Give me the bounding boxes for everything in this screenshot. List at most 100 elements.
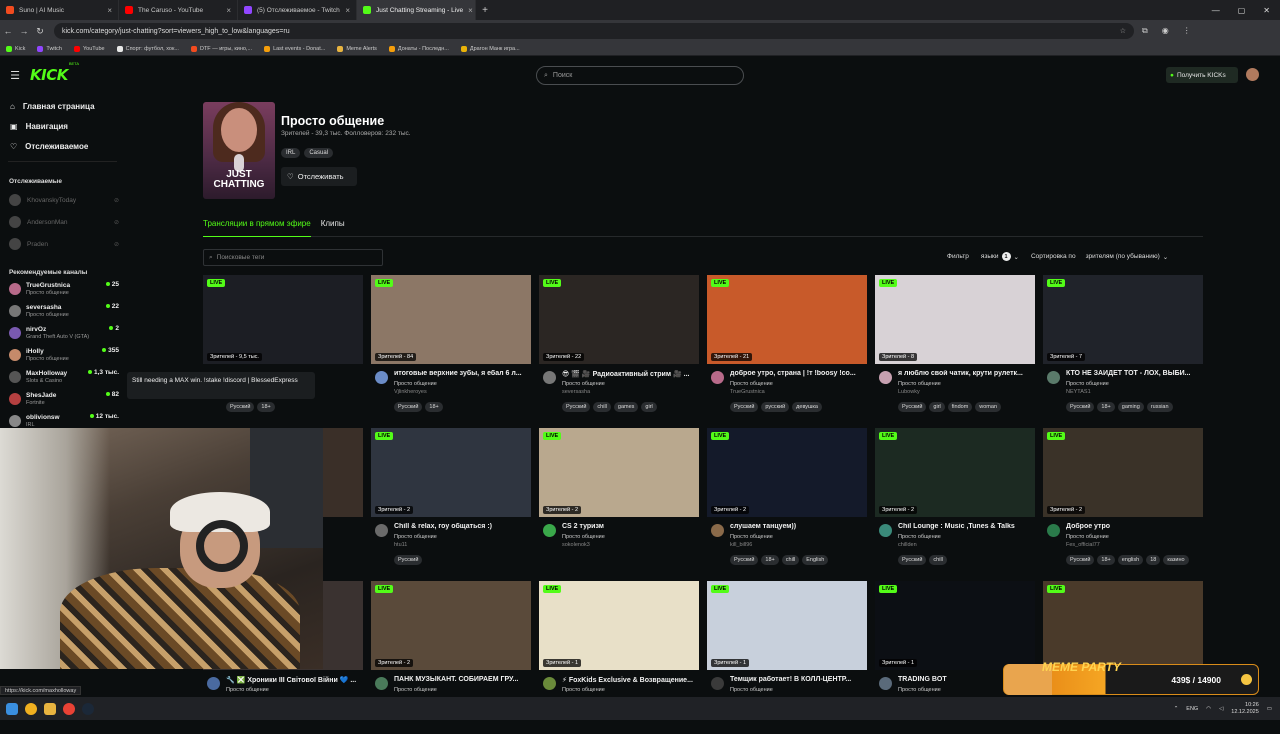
following-item[interactable]: KhovanskyToday ⊘ [0, 189, 125, 211]
forward-icon[interactable]: → [16, 26, 32, 36]
stream-thumbnail[interactable]: LIVE Зрителей - 7 [1043, 275, 1203, 364]
avatar[interactable] [1047, 371, 1060, 384]
stream-thumbnail[interactable]: LIVE [1043, 581, 1203, 670]
file-explorer-icon[interactable] [44, 702, 56, 715]
avatar[interactable] [375, 371, 388, 384]
stream-tag[interactable]: russian [1146, 402, 1173, 412]
recommended-channel[interactable]: nirvOz Grand Theft Auto V (GTA) 2 [0, 322, 125, 344]
stream-tag[interactable]: girl [929, 402, 945, 412]
stream-tag[interactable]: Русский [562, 402, 591, 412]
stream-title[interactable]: CS 2 туризм [562, 523, 698, 530]
category-tag[interactable]: Casual [304, 148, 334, 158]
kick-logo[interactable]: KICK [30, 66, 68, 84]
steam-icon[interactable] [82, 702, 94, 715]
recommended-channel[interactable]: MaxHolloway Slots & Casino 1,3 тыс. [0, 366, 125, 388]
wifi-icon[interactable]: ◠ [1206, 706, 1211, 712]
avatar[interactable] [375, 524, 388, 537]
stream-card[interactable]: LIVE Зрителей - 2 Chill & relax, гоу общ… [371, 428, 531, 581]
stream-tag[interactable]: girl [641, 402, 657, 412]
stream-tag[interactable]: gaming [1117, 402, 1144, 412]
extensions-icon[interactable]: ⧉ [1142, 26, 1148, 36]
get-kicks-button[interactable]: ● Получить KICKs [1166, 67, 1238, 83]
streamer-name[interactable]: Fes_official77 [1066, 542, 1100, 548]
stream-tag[interactable]: 18+ [761, 555, 779, 565]
stream-card[interactable]: LIVE Зрителей - 9,5 тыс. Русский 18+ [203, 275, 363, 428]
stream-thumbnail[interactable]: LIVE Зрителей - 2 [371, 581, 531, 670]
stream-thumbnail[interactable]: LIVE Зрителей - 84 [371, 275, 531, 364]
stream-title[interactable]: Chil Lounge : Music ,Tunes & Talks [898, 523, 1034, 530]
avatar[interactable] [543, 371, 556, 384]
stream-thumbnail[interactable]: LIVE Зрителей - 2 [371, 428, 531, 517]
streamer-name[interactable]: Vjlinkheroyes [394, 389, 427, 395]
close-tab-icon[interactable]: × [226, 6, 231, 15]
stream-thumbnail[interactable]: LIVE Зрителей - 1 [539, 581, 699, 670]
avatar[interactable] [1047, 524, 1060, 537]
stream-tag[interactable]: Русский [1066, 555, 1095, 565]
bookmark-item[interactable]: Спорт: футбол, хок... [116, 45, 179, 52]
profile-icon[interactable]: ◉ [1162, 26, 1169, 36]
bookmark-item[interactable]: Twitch [37, 45, 62, 52]
stream-card[interactable]: LIVE Зрителей - 2 CS 2 туризм Просто общ… [539, 428, 699, 581]
streamer-name[interactable]: htu11 [394, 542, 407, 548]
stream-thumbnail[interactable]: LIVE Зрителей - 22 [539, 275, 699, 364]
stream-category[interactable]: Просто общение [394, 534, 437, 540]
stream-category[interactable]: Просто общение [394, 687, 437, 693]
stream-category[interactable]: Просто общение [394, 381, 437, 387]
browser-tab[interactable]: Suno | AI Music × [0, 0, 119, 20]
stream-card[interactable]: LIVE Зрителей - 84 итоговые верхние зубы… [371, 275, 531, 428]
stream-card[interactable]: LIVE Зрителей - 7 КТО НЕ ЗАЙДЁТ ТОТ - ЛО… [1043, 275, 1203, 428]
url-bar[interactable]: kick.com/category/just-chatting?sort=vie… [54, 23, 1134, 39]
recommended-channel[interactable]: TrueGrustnica Просто общение 25 [0, 278, 125, 300]
stream-category[interactable]: Просто общение [1066, 381, 1109, 387]
following-item[interactable]: Praden ⊘ [0, 233, 125, 255]
streamer-name[interactable]: Lubowky [898, 389, 920, 395]
streamer-name[interactable]: TrueGrustnica [730, 389, 765, 395]
yandex-browser-icon[interactable] [25, 702, 37, 715]
stream-title[interactable]: КТО НЕ ЗАЙДЁТ ТОТ - ЛОХ, ВЫБИ... [1066, 370, 1202, 377]
volume-icon[interactable]: ◁ [1219, 706, 1223, 712]
bookmark-item[interactable]: Драгон Манк игра... [460, 45, 520, 52]
avatar[interactable] [711, 371, 724, 384]
stream-thumbnail[interactable]: LIVE Зрителей - 1 [875, 581, 1035, 670]
stream-thumbnail[interactable]: LIVE Зрителей - 2 [707, 428, 867, 517]
stream-thumbnail[interactable]: LIVE Зрителей - 2 [1043, 428, 1203, 517]
stream-tag[interactable]: 18+ [1097, 402, 1115, 412]
stream-title[interactable]: доброе утро, страна | !т !boosy !co... [730, 370, 866, 377]
stream-category[interactable]: Просто общение [898, 687, 941, 693]
stream-thumbnail[interactable]: LIVE Зрителей - 21 [707, 275, 867, 364]
stream-tag[interactable]: chill [781, 555, 800, 565]
avatar[interactable] [543, 677, 556, 690]
sidebar-item-browse[interactable]: ▣ Навигация [0, 116, 125, 136]
bookmark-item[interactable]: DTF — игры, кино,... [190, 45, 252, 52]
stream-tag[interactable]: games [613, 402, 639, 412]
maximize-icon[interactable]: ▢ [1238, 6, 1246, 15]
streamer-name[interactable]: chillden [898, 542, 917, 548]
stream-category[interactable]: Просто общение [562, 687, 605, 693]
stream-thumbnail[interactable]: LIVE Зрителей - 8 [875, 275, 1035, 364]
windows-start-icon[interactable] [6, 702, 18, 715]
new-tab-button[interactable]: + [476, 5, 494, 16]
streamer-name[interactable]: NEYTAS1 [1066, 389, 1091, 395]
recommended-channel[interactable]: ShesJade Fortnite 82 [0, 388, 125, 410]
stream-tag[interactable]: Русский [226, 402, 255, 412]
stream-tag[interactable]: Русский [898, 555, 927, 565]
browser-tab[interactable]: (5) Отслеживаемое - Twitch × [238, 0, 357, 20]
stream-thumbnail[interactable]: LIVE Зрителей - 2 [875, 428, 1035, 517]
stream-title[interactable]: Доброе утро [1066, 523, 1202, 530]
following-item[interactable]: AndersonMan ⊘ [0, 211, 125, 233]
stream-title[interactable]: ⚡ FoxKids Exclusive & Возвращение... [562, 676, 698, 684]
tab-clips[interactable]: Клипы [321, 217, 345, 237]
bookmark-item[interactable]: YouTube [73, 45, 105, 52]
stream-card[interactable]: LIVE Зрителей - 2 Доброе утро Просто общ… [1043, 428, 1203, 581]
stream-title[interactable]: я люблю свой чатик, крути рулетк... [898, 370, 1034, 377]
avatar[interactable] [543, 524, 556, 537]
chrome-icon[interactable] [63, 702, 75, 715]
notifications-icon[interactable]: ▭ [1267, 706, 1272, 712]
close-tab-icon[interactable]: × [345, 6, 350, 15]
languages-filter[interactable]: языки 1 ⌄ [981, 252, 1019, 261]
stream-tag[interactable]: русский [761, 402, 790, 412]
stream-title[interactable]: итоговые верхние зубы, я ебал 6 л... [394, 370, 530, 377]
avatar[interactable] [711, 524, 724, 537]
stream-tag[interactable]: Русский [730, 402, 759, 412]
stream-category[interactable]: Просто общение [562, 534, 605, 540]
